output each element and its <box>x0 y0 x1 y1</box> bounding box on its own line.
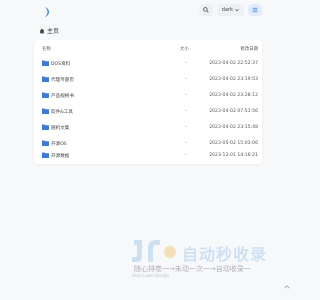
home-icon <box>39 28 45 33</box>
header-size[interactable]: 大小 <box>180 46 189 52</box>
file-size: - <box>185 141 187 146</box>
file-size: - <box>185 77 187 82</box>
watermark-small: Sean Lavin Design <box>132 273 170 278</box>
table-header: 名称 大小 修改日期 <box>34 46 262 54</box>
table-row[interactable]: 软件&工具 - 2023-04-02 07:51:56 <box>34 106 262 118</box>
file-name: 开源OS <box>51 142 67 147</box>
search-button[interactable] <box>198 4 213 16</box>
file-modified: 2023-04-02 22:52:37 <box>209 61 258 66</box>
folder-icon <box>42 140 49 146</box>
theme-toggle[interactable]: dark <box>216 4 244 16</box>
breadcrumb-home[interactable]: 主页 <box>47 26 59 35</box>
table-row[interactable]: 随机文集 - 2023-04-02 23:15:48 <box>34 122 262 134</box>
header-name[interactable]: 名称 <box>42 46 51 52</box>
file-size: - <box>185 93 187 98</box>
watermark: 自动秒收录 随心排卷一→未动一次一→自动收录一 Sean Lavin Desig… <box>130 238 280 282</box>
file-modified: 2023-05-02 15:03:06 <box>209 141 258 146</box>
file-size: - <box>185 61 187 66</box>
file-name: 产品规格书 <box>51 94 74 99</box>
file-name: DOS资料 <box>51 62 71 67</box>
file-modified: 2023-04-02 23:28:12 <box>209 93 258 98</box>
file-list-card: 名称 大小 修改日期 DOS资料 - 2023-04-02 22:52:37 代… <box>34 40 262 164</box>
file-modified: 2023-12-01 14:16:21 <box>209 153 258 158</box>
back-to-top-icon[interactable] <box>284 284 290 290</box>
folder-icon <box>42 152 49 158</box>
file-size: - <box>185 153 187 158</box>
file-modified: 2023-04-02 23:15:48 <box>209 125 258 130</box>
file-name: 代理专题页 <box>51 78 74 83</box>
list-icon <box>252 7 258 13</box>
search-icon <box>203 7 209 13</box>
app-logo[interactable] <box>38 6 50 18</box>
toolbar: dark <box>198 4 262 16</box>
file-modified: 2023-04-02 07:51:56 <box>209 109 258 114</box>
watermark-brand: 自动秒收录 <box>182 245 268 264</box>
table-row[interactable]: 开源数据 - 2023-12-01 14:16:21 <box>34 150 262 162</box>
table-row[interactable]: DOS资料 - 2023-04-02 22:52:37 <box>34 58 262 70</box>
folder-icon <box>42 108 49 114</box>
theme-label: dark <box>221 7 233 13</box>
folder-icon <box>42 124 49 130</box>
file-modified: 2023-04-02 23:19:53 <box>209 77 258 82</box>
folder-icon <box>42 60 49 66</box>
watermark-logo-icon <box>132 240 176 262</box>
table-row[interactable]: 产品规格书 - 2023-04-02 23:28:12 <box>34 90 262 102</box>
file-name: 开源数据 <box>51 154 70 159</box>
view-toggle-button[interactable] <box>248 4 262 16</box>
breadcrumb: 主页 <box>39 26 59 35</box>
file-size: - <box>185 109 187 114</box>
table-row[interactable]: 开源OS - 2023-05-02 15:03:06 <box>34 138 262 150</box>
table-row[interactable]: 代理专题页 - 2023-04-02 23:19:53 <box>34 74 262 86</box>
folder-icon <box>42 76 49 82</box>
chevron-down-icon <box>235 8 239 12</box>
header-modified[interactable]: 修改日期 <box>240 46 258 52</box>
file-name: 软件&工具 <box>51 110 73 115</box>
file-size: - <box>185 125 187 130</box>
folder-icon <box>42 92 49 98</box>
file-name: 随机文集 <box>51 126 70 131</box>
